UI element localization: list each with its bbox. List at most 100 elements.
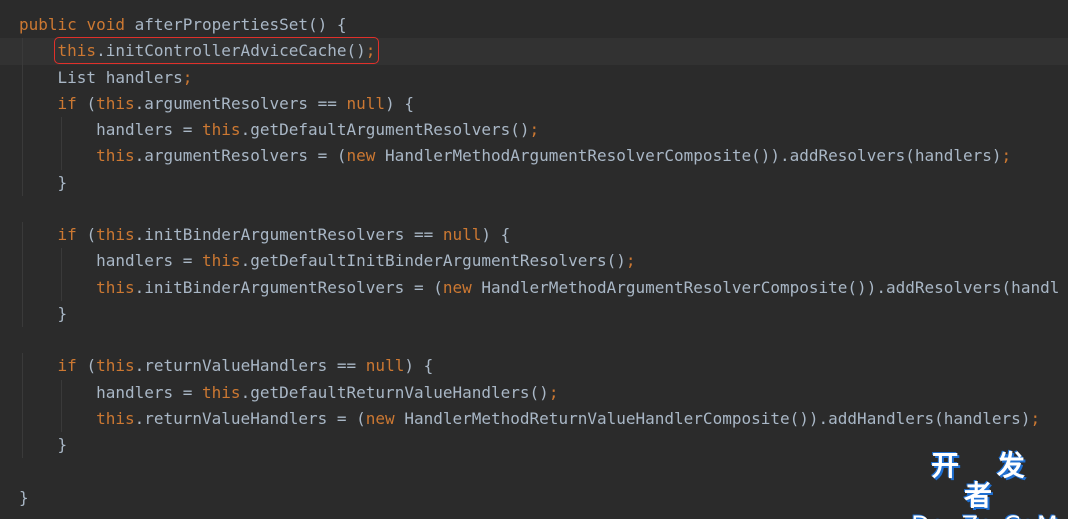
code-keyword: this (96, 93, 135, 113)
code-keyword: ; (1030, 408, 1041, 428)
indent-guide (22, 405, 23, 432)
code-content: List handlers; (58, 68, 193, 87)
code-line[interactable]: public void afterPropertiesSet() { (0, 12, 1068, 38)
code-token: } (57, 435, 68, 454)
code-token: .returnValueHandlers == (134, 356, 366, 376)
code-token: .initControllerAdviceCache() (96, 41, 366, 61)
indent-guide (60, 143, 62, 170)
code-content: } (58, 304, 68, 323)
code-keyword: this (202, 120, 241, 139)
code-keyword: this (202, 382, 241, 402)
code-keyword: if (57, 356, 87, 376)
code-token: ) { (481, 225, 511, 244)
code-token: } (57, 303, 68, 323)
code-keyword: new (442, 277, 482, 297)
code-content: } (19, 488, 29, 507)
code-line[interactable]: if (this.initBinderArgumentResolvers == … (0, 222, 1068, 249)
watermark-text-en: DevZe.CoM (910, 511, 1060, 519)
code-line[interactable] (0, 458, 1068, 484)
watermark-logo: 开 发 者 DevZe.CoM (910, 449, 1060, 519)
code-keyword: new (346, 146, 386, 166)
code-line[interactable]: } (0, 432, 1068, 459)
indent-guide (22, 432, 23, 459)
watermark-text-cn: 开 发 者 (931, 449, 1039, 512)
indent-guide (22, 64, 23, 91)
code-keyword: this (57, 41, 97, 61)
code-token: afterPropertiesSet() { (134, 15, 347, 34)
code-keyword: public (19, 15, 87, 34)
code-line[interactable]: this.argumentResolvers = (new HandlerMet… (0, 143, 1068, 170)
code-token: .returnValueHandlers = ( (134, 408, 366, 428)
code-token: .argumentResolvers = ( (134, 146, 347, 166)
code-token: ) { (385, 93, 414, 113)
code-token: .argumentResolvers == (134, 93, 347, 113)
code-content: this.initBinderArgumentResolvers = (new … (96, 278, 1059, 297)
code-line[interactable]: handlers = this.getDefaultArgumentResolv… (0, 117, 1068, 144)
code-token: ( (86, 93, 97, 113)
code-content: handlers = this.getDefaultReturnValueHan… (96, 383, 558, 402)
code-keyword: ; (182, 67, 193, 87)
code-token: HandlerMethodReturnValueHandlerComposite… (404, 408, 1031, 428)
code-keyword: null (365, 356, 405, 376)
code-token: handlers = (96, 120, 203, 139)
code-line[interactable]: this.returnValueHandlers = (new HandlerM… (0, 405, 1068, 432)
code-editor[interactable]: public void afterPropertiesSet() { this.… (0, 0, 1068, 519)
code-keyword: ; (625, 251, 636, 271)
code-content: this.returnValueHandlers = (new HandlerM… (96, 409, 1040, 428)
code-line[interactable]: this.initBinderArgumentResolvers = (new … (0, 274, 1068, 301)
code-keyword: null (442, 225, 482, 244)
code-token: ( (86, 225, 97, 244)
indent-guide (22, 143, 23, 170)
code-token: .initBinderArgumentResolvers == (134, 225, 443, 244)
code-token: } (57, 172, 68, 192)
code-token: .getDefaultArgumentResolvers() (240, 120, 530, 139)
code-line[interactable]: List handlers; (0, 64, 1068, 91)
code-token: ) { (404, 356, 434, 376)
code-token: HandlerMethodArgumentResolverComposite()… (481, 277, 1060, 297)
code-content: public void afterPropertiesSet() { (19, 15, 347, 34)
code-token: ( (86, 356, 97, 376)
code-content: if (this.initBinderArgumentResolvers == … (58, 225, 511, 244)
indent-guide (22, 169, 23, 196)
code-token: .getDefaultReturnValueHandlers() (240, 382, 549, 402)
indent-guide (22, 274, 23, 301)
code-content: } (58, 173, 68, 192)
code-line[interactable]: } (0, 300, 1068, 327)
indent-guide (22, 117, 23, 144)
code-line[interactable] (0, 196, 1068, 222)
code-keyword: this (202, 251, 241, 271)
code-content: if (this.argumentResolvers == null) { (58, 94, 414, 113)
code-line[interactable]: } (0, 169, 1068, 196)
code-area[interactable]: public void afterPropertiesSet() { this.… (0, 12, 1068, 511)
indent-guide (22, 300, 23, 327)
code-line[interactable] (0, 327, 1068, 353)
code-line[interactable]: if (this.returnValueHandlers == null) { (0, 353, 1068, 380)
code-line[interactable]: } (0, 485, 1068, 511)
code-line[interactable]: handlers = this.getDefaultInitBinderArgu… (0, 248, 1068, 275)
code-keyword: ; (365, 41, 376, 61)
code-keyword: this (96, 356, 135, 376)
code-keyword: ; (529, 120, 540, 139)
code-line[interactable]: handlers = this.getDefaultReturnValueHan… (0, 379, 1068, 406)
code-line[interactable]: this.initControllerAdviceCache(); (0, 37, 1068, 65)
code-keyword: void (86, 15, 135, 34)
code-token: handlers = (96, 251, 203, 271)
code-token: List handlers (57, 67, 183, 87)
code-token: } (19, 487, 29, 507)
code-keyword: if (57, 93, 87, 113)
code-keyword: ; (548, 382, 559, 402)
indent-guide (22, 38, 23, 65)
code-content: handlers = this.getDefaultInitBinderArgu… (96, 251, 635, 270)
code-content: handlers = this.getDefaultArgumentResolv… (96, 120, 539, 139)
indent-guide (60, 405, 62, 432)
code-line[interactable]: if (this.argumentResolvers == null) { (0, 90, 1068, 117)
